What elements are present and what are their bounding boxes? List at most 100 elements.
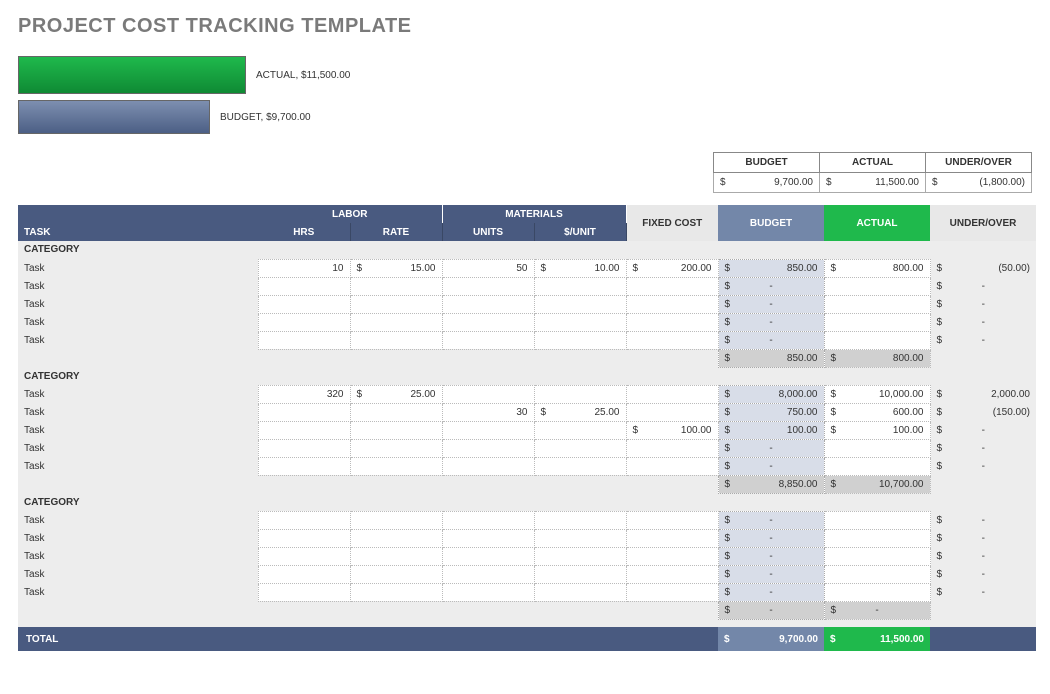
hrs-input[interactable] [258, 439, 350, 457]
fixed-input[interactable] [626, 331, 718, 349]
rate-input[interactable] [350, 529, 442, 547]
units-input[interactable] [442, 313, 534, 331]
actual-input[interactable] [824, 295, 930, 313]
rate-input[interactable]: $25.00 [350, 385, 442, 403]
hrs-input[interactable] [258, 511, 350, 529]
budget-cell: $- [718, 277, 824, 295]
underover-cell: $- [930, 295, 1036, 313]
fixed-input[interactable] [626, 277, 718, 295]
units-input[interactable] [442, 439, 534, 457]
fixed-input[interactable] [626, 547, 718, 565]
fixed-input[interactable] [626, 439, 718, 457]
rate-input[interactable] [350, 457, 442, 475]
per-unit-input[interactable] [534, 457, 626, 475]
fixed-input[interactable] [626, 583, 718, 601]
rate-input[interactable] [350, 439, 442, 457]
actual-input[interactable]: $10,000.00 [824, 385, 930, 403]
actual-input[interactable] [824, 565, 930, 583]
hrs-input[interactable]: 320 [258, 385, 350, 403]
per-unit-input[interactable]: $10.00 [534, 259, 626, 277]
task-row: Task$-$- [18, 511, 1036, 529]
per-unit-input[interactable] [534, 529, 626, 547]
actual-input[interactable] [824, 331, 930, 349]
fixed-input[interactable]: $200.00 [626, 259, 718, 277]
actual-input[interactable] [824, 457, 930, 475]
actual-input[interactable] [824, 439, 930, 457]
per-unit-input[interactable] [534, 583, 626, 601]
summary-actual: $11,500.00 [820, 173, 926, 193]
per-unit-input[interactable] [534, 385, 626, 403]
hrs-input[interactable] [258, 331, 350, 349]
units-input[interactable] [442, 295, 534, 313]
actual-input[interactable] [824, 511, 930, 529]
hrs-input[interactable] [258, 277, 350, 295]
rate-input[interactable] [350, 313, 442, 331]
hrs-input[interactable] [258, 295, 350, 313]
rate-input[interactable] [350, 547, 442, 565]
rate-input[interactable] [350, 583, 442, 601]
fixed-input[interactable]: $100.00 [626, 421, 718, 439]
task-name: Task [18, 511, 258, 529]
rate-input[interactable]: $15.00 [350, 259, 442, 277]
actual-input[interactable]: $100.00 [824, 421, 930, 439]
units-input[interactable] [442, 421, 534, 439]
per-unit-input[interactable]: $25.00 [534, 403, 626, 421]
hrs-input[interactable] [258, 565, 350, 583]
fixed-input[interactable] [626, 511, 718, 529]
units-input[interactable] [442, 529, 534, 547]
rate-input[interactable] [350, 565, 442, 583]
actual-input[interactable] [824, 313, 930, 331]
fixed-input[interactable] [626, 295, 718, 313]
units-input[interactable] [442, 385, 534, 403]
underover-cell: $- [930, 511, 1036, 529]
rate-input[interactable] [350, 295, 442, 313]
hrs-input[interactable] [258, 457, 350, 475]
actual-input[interactable]: $800.00 [824, 259, 930, 277]
fixed-input[interactable] [626, 403, 718, 421]
subtotal-row: $-$- [18, 601, 1036, 619]
fixed-input[interactable] [626, 313, 718, 331]
fixed-input[interactable] [626, 565, 718, 583]
per-unit-input[interactable] [534, 421, 626, 439]
units-input[interactable] [442, 277, 534, 295]
rate-input[interactable] [350, 331, 442, 349]
rate-input[interactable] [350, 511, 442, 529]
units-input[interactable]: 50 [442, 259, 534, 277]
per-unit-input[interactable] [534, 511, 626, 529]
hrs-input[interactable] [258, 583, 350, 601]
hrs-input[interactable] [258, 547, 350, 565]
per-unit-input[interactable] [534, 277, 626, 295]
rate-input[interactable] [350, 421, 442, 439]
actual-input[interactable] [824, 529, 930, 547]
units-input[interactable]: 30 [442, 403, 534, 421]
hrs-input[interactable] [258, 421, 350, 439]
actual-input[interactable] [824, 583, 930, 601]
task-row: Task$-$- [18, 295, 1036, 313]
per-unit-input[interactable] [534, 547, 626, 565]
fixed-input[interactable] [626, 385, 718, 403]
hrs-input[interactable] [258, 403, 350, 421]
fixed-input[interactable] [626, 529, 718, 547]
actual-input[interactable]: $600.00 [824, 403, 930, 421]
units-input[interactable] [442, 583, 534, 601]
units-input[interactable] [442, 511, 534, 529]
subtotal-budget: $- [718, 601, 824, 619]
per-unit-input[interactable] [534, 439, 626, 457]
per-unit-input[interactable] [534, 313, 626, 331]
per-unit-input[interactable] [534, 565, 626, 583]
units-input[interactable] [442, 457, 534, 475]
actual-input[interactable] [824, 277, 930, 295]
hrs-input[interactable] [258, 529, 350, 547]
units-input[interactable] [442, 565, 534, 583]
hrs-input[interactable]: 10 [258, 259, 350, 277]
units-input[interactable] [442, 331, 534, 349]
per-unit-input[interactable] [534, 295, 626, 313]
units-input[interactable] [442, 547, 534, 565]
hrs-input[interactable] [258, 313, 350, 331]
rate-input[interactable] [350, 277, 442, 295]
fixed-input[interactable] [626, 457, 718, 475]
rate-input[interactable] [350, 403, 442, 421]
actual-input[interactable] [824, 547, 930, 565]
underover-cell: $- [930, 547, 1036, 565]
per-unit-input[interactable] [534, 331, 626, 349]
